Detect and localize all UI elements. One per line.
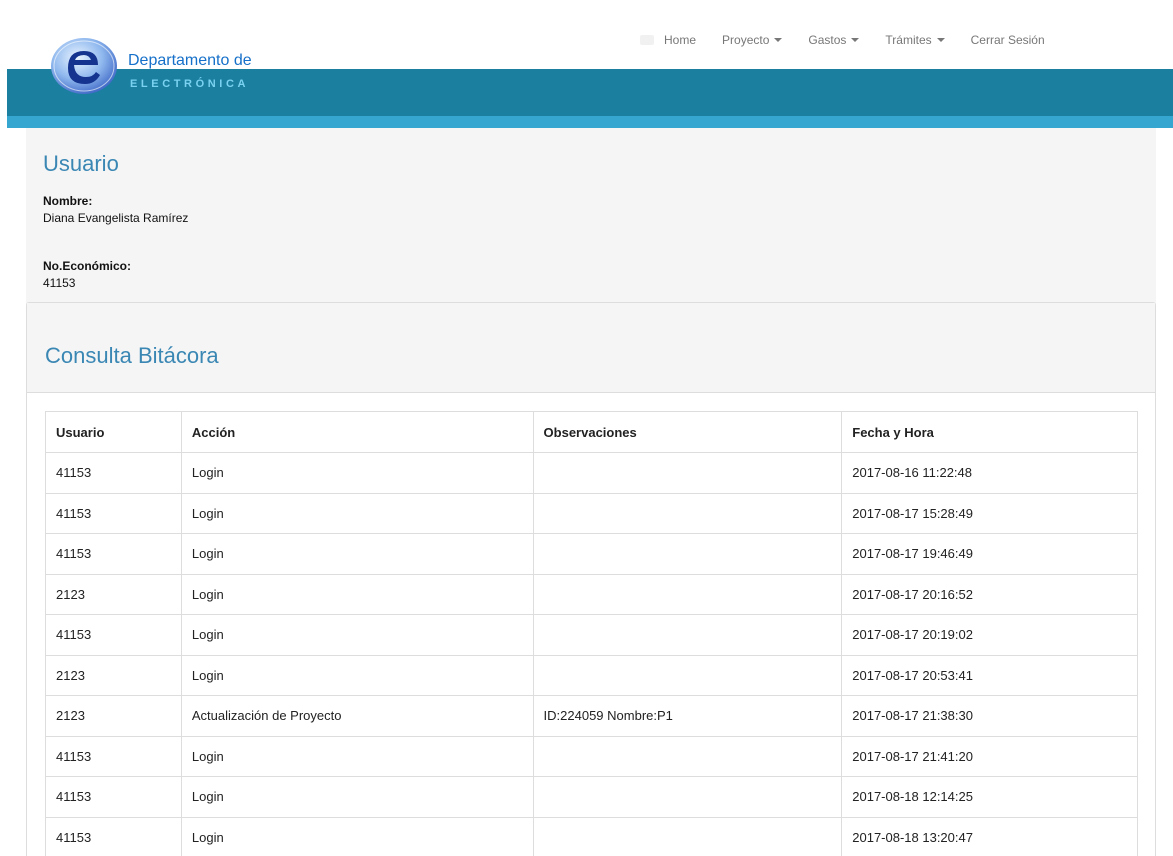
cell-observaciones xyxy=(532,573,843,615)
cell-fecha-hora: 2017-08-17 21:38:30 xyxy=(841,695,1138,737)
cell-observaciones xyxy=(532,735,843,777)
cell-usuario: 2123 xyxy=(45,695,182,737)
caret-down-icon xyxy=(774,38,783,42)
cell-fecha-hora: 2017-08-18 13:20:47 xyxy=(841,816,1138,856)
cell-usuario: 41153 xyxy=(45,492,182,534)
cell-usuario: 41153 xyxy=(45,735,182,777)
log-panel-title: Consulta Bitácora xyxy=(45,343,219,368)
nav-home[interactable]: Home xyxy=(664,33,696,47)
table-row: 41153 Login 2017-08-18 12:14:25 xyxy=(45,776,1138,818)
cell-accion: Login xyxy=(180,452,534,494)
cell-observaciones xyxy=(532,776,843,818)
log-panel-heading: Consulta Bitácora xyxy=(27,303,1155,393)
cell-observaciones: ID:224059 Nombre:P1 xyxy=(532,695,843,737)
cell-usuario: 2123 xyxy=(45,573,182,615)
log-table: Usuario Acción Observaciones Fecha y Hor… xyxy=(45,411,1138,856)
employee-number-label: No.Económico: xyxy=(43,259,132,273)
cell-accion: Actualización de Proyecto xyxy=(180,695,534,737)
column-header-fecha-hora: Fecha y Hora xyxy=(841,411,1138,453)
cell-accion: Login xyxy=(180,816,534,856)
column-header-usuario: Usuario xyxy=(45,411,182,453)
cell-accion: Login xyxy=(180,654,534,696)
column-header-accion: Acción xyxy=(180,411,534,453)
top-nav: Home Proyecto Gastos Trámites Cerrar Ses… xyxy=(640,32,1045,48)
department-logo[interactable]: Departamento de ELECTRÓNICA xyxy=(40,32,310,102)
cell-accion: Login xyxy=(180,573,534,615)
cell-observaciones xyxy=(532,816,843,856)
cell-accion: Login xyxy=(180,614,534,656)
home-icon xyxy=(640,35,654,45)
cell-fecha-hora: 2017-08-17 20:53:41 xyxy=(841,654,1138,696)
nav-proyecto-label: Proyecto xyxy=(722,33,770,47)
cell-fecha-hora: 2017-08-17 19:46:49 xyxy=(841,533,1138,575)
cell-observaciones xyxy=(532,452,843,494)
cell-usuario: 41153 xyxy=(45,776,182,818)
cell-accion: Login xyxy=(180,533,534,575)
cell-fecha-hora: 2017-08-17 21:41:20 xyxy=(841,735,1138,777)
cell-accion: Login xyxy=(180,776,534,818)
cell-observaciones xyxy=(532,614,843,656)
nav-logout[interactable]: Cerrar Sesión xyxy=(971,33,1045,47)
cell-usuario: 2123 xyxy=(45,654,182,696)
table-row: 41153 Login 2017-08-17 19:46:49 xyxy=(45,533,1138,575)
cell-usuario: 41153 xyxy=(45,816,182,856)
header-band-light xyxy=(7,116,1173,128)
table-row: 41153 Login 2017-08-17 20:19:02 xyxy=(45,614,1138,656)
table-header-row: Usuario Acción Observaciones Fecha y Hor… xyxy=(45,411,1138,453)
user-section-title: Usuario xyxy=(43,151,119,176)
cell-usuario: 41153 xyxy=(45,452,182,494)
cell-observaciones xyxy=(532,492,843,534)
employee-number-value: 41153 xyxy=(43,276,76,290)
table-row: 2123 Login 2017-08-17 20:53:41 xyxy=(45,654,1138,696)
logo-text-electronica: ELECTRÓNICA xyxy=(130,78,250,90)
caret-down-icon xyxy=(851,38,860,42)
cell-observaciones xyxy=(532,654,843,696)
nav-gastos-label: Gastos xyxy=(808,33,847,47)
caret-down-icon xyxy=(936,38,945,42)
nav-logout-label: Cerrar Sesión xyxy=(970,33,1045,47)
table-row: 2123 Actualización de Proyecto ID:224059 N… xyxy=(45,695,1138,737)
cell-fecha-hora: 2017-08-16 11:22:48 xyxy=(841,452,1138,494)
name-value: Diana Evangelista Ramírez xyxy=(43,211,189,225)
cell-fecha-hora: 2017-08-18 12:14:25 xyxy=(841,776,1138,818)
nav-proyecto-dropdown[interactable]: Proyecto xyxy=(722,33,783,47)
cell-fecha-hora: 2017-08-17 15:28:49 xyxy=(841,492,1138,534)
cell-fecha-hora: 2017-08-17 20:19:02 xyxy=(841,614,1138,656)
nav-gastos-dropdown[interactable]: Gastos xyxy=(808,33,860,47)
nav-tramites-dropdown[interactable]: Trámites xyxy=(885,33,945,47)
cell-accion: Login xyxy=(180,735,534,777)
cell-accion: Login xyxy=(180,492,534,534)
log-panel: Consulta Bitácora Usuario Acción Observa… xyxy=(26,302,1156,856)
log-table-body: 41153 Login 2017-08-16 11:22:48 41153 Login 2… xyxy=(45,452,1138,856)
cell-fecha-hora: 2017-08-17 20:16:52 xyxy=(841,573,1138,615)
logo-text-department: Departamento de xyxy=(128,52,252,69)
user-info-section: Usuario Nombre: Diana Evangelista Ramíre… xyxy=(26,128,1156,304)
name-label: Nombre: xyxy=(43,194,93,208)
cell-usuario: 41153 xyxy=(45,614,182,656)
table-row: 41153 Login 2017-08-18 13:20:47 xyxy=(45,816,1138,856)
header: Departamento de ELECTRÓNICA Home Proyect… xyxy=(0,0,1173,128)
table-row: 41153 Login 2017-08-16 11:22:48 xyxy=(45,452,1138,494)
nav-home-label: Home xyxy=(664,33,697,47)
nav-tramites-label: Trámites xyxy=(885,33,932,47)
globe-e-icon xyxy=(51,38,117,94)
table-row: 41153 Login 2017-08-17 21:41:20 xyxy=(45,735,1138,777)
cell-usuario: 41153 xyxy=(45,533,182,575)
column-header-observaciones: Observaciones xyxy=(532,411,843,453)
table-row: 41153 Login 2017-08-17 15:28:49 xyxy=(45,492,1138,534)
table-row: 2123 Login 2017-08-17 20:16:52 xyxy=(45,573,1138,615)
cell-observaciones xyxy=(532,533,843,575)
